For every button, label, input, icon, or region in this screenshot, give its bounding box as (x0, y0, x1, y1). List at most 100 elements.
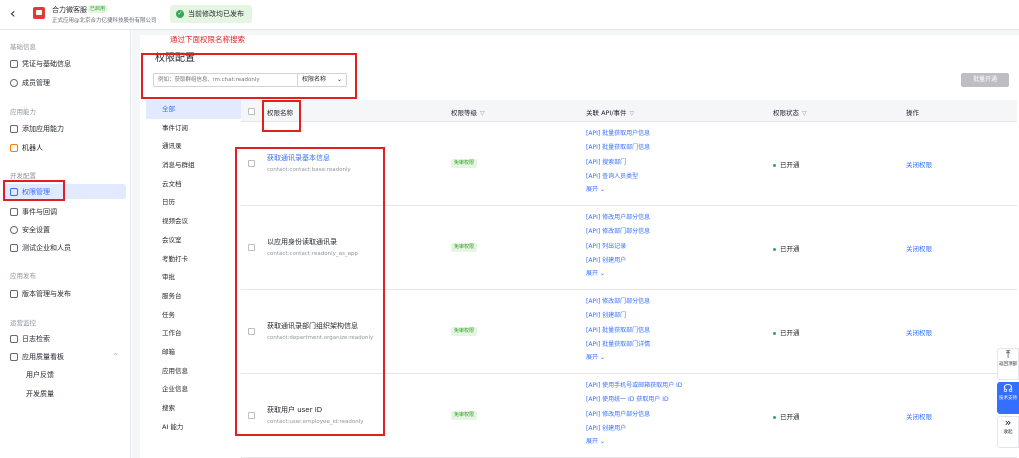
col-op: 操作 (906, 109, 919, 117)
card-icon (10, 59, 18, 68)
category-item[interactable]: 云文档 (146, 175, 241, 194)
sidebar-item-feedback[interactable]: 用户反馈 (4, 367, 126, 382)
api-link[interactable]: [API] 修改用户部分信息 (586, 408, 682, 422)
api-link[interactable]: [API] 创建部门 (586, 309, 650, 323)
app-logo (33, 7, 45, 19)
category-item[interactable]: AI 能力 (146, 418, 241, 437)
category-item[interactable]: 消息与群组 (146, 156, 241, 175)
permission-state: 已开通 (773, 159, 800, 169)
permission-state: 已开通 (773, 243, 800, 253)
api-link[interactable]: [API] 批量获取用户信息 (586, 127, 650, 141)
annotation-box-names (235, 147, 385, 436)
sidebar-item-versions[interactable]: 版本管理与发布 (4, 286, 126, 301)
category-item[interactable]: 企业信息 (146, 380, 241, 399)
api-link[interactable]: [API] 批量获取部门信息 (586, 141, 650, 155)
category-item[interactable]: 事件订阅 (146, 119, 241, 138)
sidebar-item-logs[interactable]: 日志检索 (4, 331, 126, 346)
collapse-button[interactable]: » 收起 (997, 416, 1019, 448)
collapse-icon: » (1004, 416, 1012, 429)
api-link[interactable]: [API] 使用统一 ID 获取用户 ID (586, 393, 682, 407)
category-item[interactable]: 应用信息 (146, 362, 241, 381)
category-item[interactable]: 视频会议 (146, 212, 241, 231)
api-link[interactable]: [API] 创建用户 (586, 422, 682, 436)
status-dot (773, 163, 776, 167)
robot-icon (10, 143, 18, 152)
chevron-left-icon[interactable]: ‹ (10, 6, 16, 22)
filter-icon[interactable]: ▽ (480, 110, 485, 117)
level-badge: 免审权限 (451, 327, 478, 336)
category-item[interactable]: 邮箱 (146, 343, 241, 362)
batch-enable-button[interactable]: 批量开通 (961, 73, 1009, 87)
close-permission-link[interactable]: 关闭权限 (906, 243, 932, 253)
expand-link[interactable]: 展开 ⌄ (586, 352, 650, 361)
api-link[interactable]: [API] 列出记录 (586, 240, 650, 254)
api-link[interactable]: [API] 创建用户 (586, 254, 650, 268)
api-link[interactable]: [API] 批量获取部门详情 (586, 338, 650, 352)
api-link[interactable]: [API] 查询人员类型 (586, 170, 650, 184)
chevron-down-icon: ⌄ (599, 438, 605, 446)
sidebar-item-events[interactable]: 事件与回调 (4, 204, 126, 219)
close-permission-link[interactable]: 关闭权限 (906, 411, 932, 421)
sidebar-item-add-capability[interactable]: 添加应用能力 (4, 121, 126, 136)
category-item[interactable]: 工作台 (146, 324, 241, 343)
close-permission-link[interactable]: 关闭权限 (906, 159, 932, 169)
test-icon (10, 243, 18, 252)
expand-link[interactable]: 展开 ⌄ (586, 268, 650, 277)
col-level[interactable]: 权限等级 ▽ (451, 107, 485, 117)
arrow-up-icon: ⤒ (1005, 348, 1011, 361)
table-header: 权限名称 权限等级 ▽ 关联 API/事件 ▽ 权限状态 ▽ 操作 (241, 100, 1017, 122)
sidebar-group-release: 应用发布 (10, 272, 36, 280)
sidebar-item-security[interactable]: 安全设置 (4, 222, 126, 237)
category-item[interactable]: 日历 (146, 193, 241, 212)
category-item[interactable]: 通讯录 (146, 137, 241, 156)
back-to-top-button[interactable]: ⤒ 返回顶部 (997, 348, 1019, 380)
sidebar-item-credentials[interactable]: 凭证与基础信息 (4, 56, 126, 71)
col-state[interactable]: 权限状态 ▽ (773, 107, 807, 117)
sidebar-item-quality-board[interactable]: 应用质量看板 ^ (4, 349, 126, 364)
sidebar-item-members[interactable]: 成员管理 (4, 75, 126, 90)
chevron-down-icon: ⌄ (599, 354, 605, 362)
col-api[interactable]: 关联 API/事件 ▽ (586, 107, 634, 117)
filter-icon[interactable]: ▽ (630, 110, 635, 117)
chevron-down-icon: ⌄ (599, 270, 605, 278)
app-name: 合力微客服 (52, 6, 87, 14)
category-all[interactable]: 全部 (146, 100, 241, 119)
api-link[interactable]: [API] 批量获取部门信息 (586, 324, 650, 338)
api-link[interactable]: [API] 修改部门部分信息 (586, 225, 650, 239)
app-header: ‹ 合力微客服 已启用 正式应用@北京合力亿捷科技股份有限公司 ✓ 当前修改均已… (0, 0, 1019, 30)
expand-link[interactable]: 展开 ⌄ (586, 436, 682, 445)
version-icon (10, 289, 18, 298)
annotation-note: 通过下面权限名称搜索 (170, 35, 245, 44)
api-list: [API] 使用手机号或邮箱获取用户 ID [API] 使用统一 ID 获取用户… (586, 379, 682, 445)
sidebar-item-test-users[interactable]: 测试企业和人员 (4, 240, 126, 255)
api-list: [API] 批量获取用户信息 [API] 批量获取部门信息 [API] 搜索部门… (586, 127, 650, 193)
log-icon (10, 334, 18, 343)
grid-icon (10, 124, 18, 133)
sidebar-group-dev: 开发配置 (10, 172, 36, 180)
expand-link[interactable]: 展开 ⌄ (586, 184, 650, 193)
api-link[interactable]: [API] 修改部门部分信息 (586, 295, 650, 309)
status-dot (773, 415, 776, 419)
category-list: 全部 事件订阅 通讯录 消息与群组 云文档 日历 视频会议 会议室 考勤打卡 审… (146, 100, 241, 436)
publish-status: ✓ 当前修改均已发布 (170, 5, 252, 23)
category-item[interactable]: 任务 (146, 306, 241, 325)
api-link[interactable]: [API] 搜索部门 (586, 156, 650, 170)
api-link[interactable]: [API] 使用手机号或邮箱获取用户 ID (586, 379, 682, 393)
category-item[interactable]: 会议室 (146, 231, 241, 250)
annotation-box-search (141, 53, 357, 99)
api-link[interactable]: [API] 修改用户部分信息 (586, 211, 650, 225)
sidebar: 基础信息 凭证与基础信息 成员管理 应用能力 添加应用能力 机器人 开发配置 权… (0, 30, 131, 458)
sidebar-item-dev-quality[interactable]: 开发质量 (4, 386, 126, 401)
category-item[interactable]: 搜索 (146, 399, 241, 418)
status-dot (773, 247, 776, 251)
user-icon (10, 78, 18, 87)
filter-icon[interactable]: ▽ (802, 110, 807, 117)
tech-support-button[interactable]: ☊ 技术支持 (997, 382, 1019, 414)
select-all-checkbox[interactable] (248, 108, 255, 115)
category-item[interactable]: 考勤打卡 (146, 250, 241, 269)
category-item[interactable]: 审批 (146, 268, 241, 287)
sidebar-item-bot[interactable]: 机器人 (4, 140, 126, 155)
category-item[interactable]: 服务台 (146, 287, 241, 306)
close-permission-link[interactable]: 关闭权限 (906, 327, 932, 337)
chevron-up-icon: ^ (112, 353, 118, 360)
